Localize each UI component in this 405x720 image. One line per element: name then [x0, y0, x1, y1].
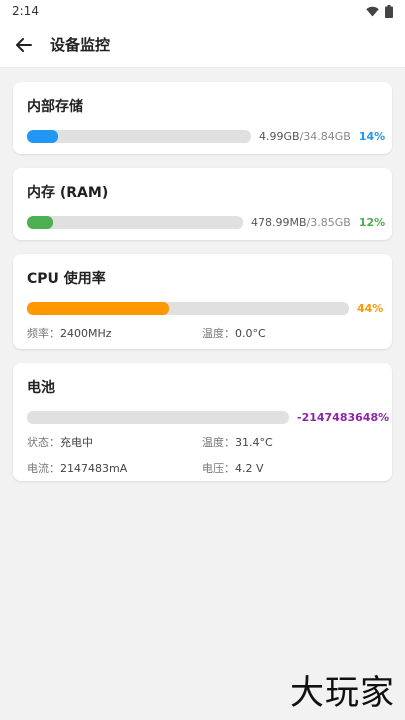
memory-card: 内存 (RAM) 478.99MB/3.85GB 12% [13, 168, 392, 240]
cpu-frequency-value: 2400MHz [60, 327, 112, 340]
battery-status-label: 状态： [27, 436, 60, 449]
battery-status: 状态：充电中 [27, 434, 202, 450]
cpu-title: CPU 使用率 [27, 271, 106, 287]
storage-total: 34.84GB [303, 130, 351, 143]
battery-voltage-label: 电压： [202, 462, 235, 475]
cpu-card: CPU 使用率 44% 频率：2400MHz 温度：0.0°C [13, 254, 392, 349]
cpu-temperature-label: 温度： [202, 327, 235, 340]
cpu-progress-bar [27, 302, 349, 315]
storage-card: 内部存储 4.99GB/34.84GB 14% [13, 82, 392, 154]
battery-current-value: 2147483mA [60, 462, 128, 475]
memory-bar-row: 478.99MB/3.85GB 12% [27, 216, 385, 229]
battery-title: 电池 [27, 380, 55, 396]
cpu-progress-fill [27, 302, 169, 315]
memory-total: 3.85GB [310, 216, 351, 229]
battery-percent: -2147483648% [297, 411, 390, 424]
storage-percent: 14% [358, 130, 386, 143]
battery-voltage-value: 4.2 V [235, 462, 264, 475]
battery-temperature-value: 31.4°C [235, 436, 273, 449]
memory-title: 内存 (RAM) [27, 185, 109, 201]
watermark: 大玩家 [290, 673, 395, 713]
battery-current: 电流：2147483mA [27, 460, 202, 476]
cpu-frequency-label: 频率： [27, 327, 60, 340]
battery-current-label: 电流： [27, 462, 60, 475]
cpu-frequency: 频率：2400MHz [27, 325, 202, 341]
battery-voltage: 电压：4.2 V [202, 460, 377, 476]
storage-usage-text: 4.99GB/34.84GB [259, 130, 351, 143]
memory-used: 478.99MB [251, 216, 307, 229]
battery-temperature-label: 温度： [202, 436, 235, 449]
cpu-temperature-value: 0.0°C [235, 327, 266, 340]
status-time: 2:14 [12, 4, 39, 18]
arrow-left-icon [16, 37, 32, 52]
app-bar: 设备监控 [0, 22, 405, 68]
memory-progress-fill [27, 216, 53, 229]
memory-progress-bar [27, 216, 243, 229]
cpu-info-grid: 频率：2400MHz 温度：0.0°C [27, 325, 378, 341]
storage-bar-row: 4.99GB/34.84GB 14% [27, 130, 385, 143]
storage-progress-bar [27, 130, 251, 143]
cpu-percent: 44% [357, 302, 384, 315]
battery-progress-bar [27, 411, 289, 424]
status-icons [366, 4, 393, 18]
battery-bar-row: -2147483648% [27, 411, 389, 424]
battery-card: 电池 -2147483648% 状态：充电中 温度：31.4°C 电流：2147… [13, 363, 392, 481]
wifi-icon [366, 6, 379, 16]
battery-status-value: 充电中 [60, 436, 93, 449]
memory-percent: 12% [358, 216, 386, 229]
back-button[interactable] [12, 33, 36, 57]
status-bar: 2:14 [0, 0, 405, 22]
storage-used: 4.99GB [259, 130, 300, 143]
battery-temperature: 温度：31.4°C [202, 434, 377, 450]
storage-progress-fill [27, 130, 59, 143]
battery-info-grid: 状态：充电中 温度：31.4°C 电流：2147483mA 电压：4.2 V [27, 434, 378, 476]
battery-icon [385, 4, 393, 18]
cpu-temperature: 温度：0.0°C [202, 325, 377, 341]
storage-title: 内部存储 [27, 99, 83, 115]
cpu-bar-row: 44% [27, 302, 383, 315]
memory-usage-text: 478.99MB/3.85GB [251, 216, 351, 229]
page-title: 设备监控 [50, 36, 111, 54]
